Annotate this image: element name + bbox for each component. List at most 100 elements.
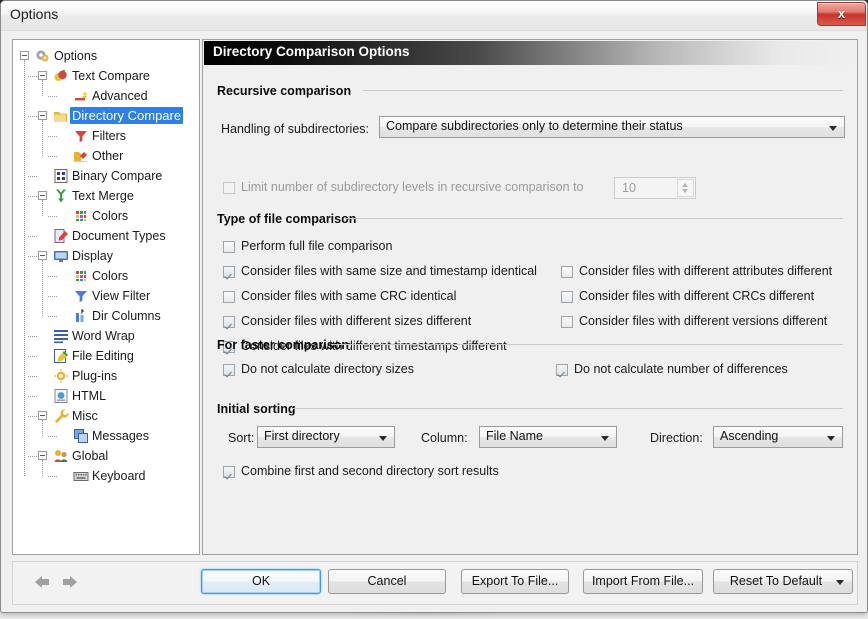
handling-subdirectories-label: Handling of subdirectories:: [221, 122, 369, 136]
tree-item-directory-compare[interactable]: Directory Compare: [13, 106, 199, 126]
checkbox-box: [223, 364, 235, 376]
handling-subdirectories-combo[interactable]: Compare subdirectories only to determine…: [379, 116, 845, 138]
tree-item-colors[interactable]: Colors: [13, 206, 199, 226]
direction-label: Direction:: [650, 431, 703, 445]
sort-combo[interactable]: First directory: [257, 426, 395, 448]
tree-item-display[interactable]: Display: [13, 246, 199, 266]
tree-item-global[interactable]: Global: [13, 446, 199, 466]
tree-expander-icon[interactable]: [38, 251, 47, 260]
tree-item-file-editing[interactable]: File Editing: [13, 346, 199, 366]
button-export-to-file[interactable]: Export To File...: [461, 569, 569, 594]
chevron-down-icon: [829, 126, 837, 131]
options-dialog: Options x Options Text Compare Advanced Dir…: [0, 0, 868, 613]
button-cancel[interactable]: Cancel: [328, 569, 446, 594]
dialog-body: Options Text Compare Advanced Directory Com…: [1, 30, 867, 612]
navigation-arrows[interactable]: [33, 574, 79, 590]
subdirectory-levels-stepper[interactable]: 10: [614, 177, 696, 199]
gears-icon: [35, 48, 51, 64]
group-divider-recursive: [363, 90, 843, 91]
funnel-blue-icon: [73, 288, 89, 304]
group-header-sorting: Initial sorting: [217, 402, 296, 416]
column-label: Column:: [421, 431, 468, 445]
checkbox-box: [561, 266, 573, 278]
checkbox-box: [223, 291, 235, 303]
magic-wand-icon: [73, 88, 89, 104]
back-arrow-icon: [35, 576, 49, 588]
stepper-down-icon: [682, 189, 688, 193]
tree-connector: [48, 96, 57, 97]
file-pencil-icon: [53, 348, 69, 364]
checkbox-box: [223, 466, 235, 478]
sun-gear-icon: [53, 368, 69, 384]
tree-expander-icon[interactable]: [20, 51, 29, 60]
tree-item-advanced[interactable]: Advanced: [13, 86, 199, 106]
tree-item-text-compare[interactable]: Text Compare: [13, 66, 199, 86]
tree-item-misc[interactable]: Misc: [13, 406, 199, 426]
tree-connector: [28, 176, 37, 177]
people-icon: [53, 448, 69, 464]
tree-item-messages[interactable]: Messages: [13, 426, 199, 446]
button-ok[interactable]: OK: [201, 569, 321, 594]
tree-item-html[interactable]: HTML: [13, 386, 199, 406]
tree-item-options[interactable]: Options: [13, 46, 199, 66]
checkbox-label: Perform full file comparison: [241, 239, 393, 253]
chevron-down-icon: [836, 580, 844, 585]
tree-expander-icon[interactable]: [38, 191, 47, 200]
sort-value: First directory: [264, 429, 340, 443]
tree-item-view-filter[interactable]: View Filter: [13, 286, 199, 306]
tree-item-label: Dir Columns: [92, 309, 161, 323]
tree-item-plug-ins[interactable]: Plug-ins: [13, 366, 199, 386]
tree-connector: [28, 256, 37, 257]
button-label: Import From File...: [591, 574, 695, 588]
tree-item-label: Keyboard: [92, 469, 146, 483]
tree-expander-icon[interactable]: [38, 71, 47, 80]
tree-item-dir-columns[interactable]: Dir Columns: [13, 306, 199, 326]
tree-item-binary-compare[interactable]: Binary Compare: [13, 166, 199, 186]
chevron-down-icon: [827, 436, 835, 441]
tree-spine: [42, 420, 43, 436]
tree-item-label: HTML: [72, 389, 107, 403]
tree-connector: [28, 396, 37, 397]
close-button[interactable]: x: [817, 2, 866, 26]
tree-item-text-merge[interactable]: Text Merge: [13, 186, 199, 206]
tree-spine: [42, 120, 43, 156]
tree-connector: [28, 336, 37, 337]
button-import-from-file[interactable]: Import From File...: [583, 569, 703, 594]
tree-connector: [28, 456, 37, 457]
sort-label: Sort:: [228, 431, 255, 445]
group-divider-faster: [333, 344, 843, 345]
checkbox-label: Consider files with different sizes diff…: [241, 314, 472, 328]
tree-item-label: Binary Compare: [72, 169, 163, 183]
column-combo[interactable]: File Name: [479, 426, 617, 448]
stepper-buttons[interactable]: [677, 179, 694, 197]
binary-icon: [53, 168, 69, 184]
folders-icon: [53, 108, 69, 124]
tree-connector: [28, 236, 37, 237]
tree-item-colors[interactable]: Colors: [13, 266, 199, 286]
tree-item-other[interactable]: Other: [13, 146, 199, 166]
tree-item-label: Plug-ins: [72, 369, 118, 383]
tree-connector: [48, 316, 57, 317]
wrench-icon: [53, 408, 69, 424]
checkbox-box: [223, 182, 235, 194]
tree-item-document-types[interactable]: Document Types: [13, 226, 199, 246]
tree-connector: [48, 216, 57, 217]
tree-item-keyboard[interactable]: Keyboard: [13, 466, 199, 486]
options-tree-panel[interactable]: Options Text Compare Advanced Directory Com…: [12, 39, 200, 555]
tree-expander-icon[interactable]: [38, 411, 47, 420]
tree-item-label: File Editing: [72, 349, 134, 363]
folder-pencil-icon: [73, 148, 89, 164]
tree-expander-icon[interactable]: [38, 111, 47, 120]
tree-item-label: Global: [72, 449, 109, 463]
tree-item-label: Colors: [92, 209, 129, 223]
button-reset-to-default[interactable]: Reset To Default: [713, 569, 853, 594]
apples-icon: [53, 68, 69, 84]
keyboard-icon: [73, 468, 89, 484]
tree-item-word-wrap[interactable]: Word Wrap: [13, 326, 199, 346]
tree-item-label: Word Wrap: [72, 329, 135, 343]
tree-expander-icon[interactable]: [38, 451, 47, 460]
checkbox-label: Consider files with different CRCs diffe…: [579, 289, 815, 303]
tree-connector: [48, 156, 57, 157]
tree-item-filters[interactable]: Filters: [13, 126, 199, 146]
direction-combo[interactable]: Ascending: [713, 426, 843, 448]
